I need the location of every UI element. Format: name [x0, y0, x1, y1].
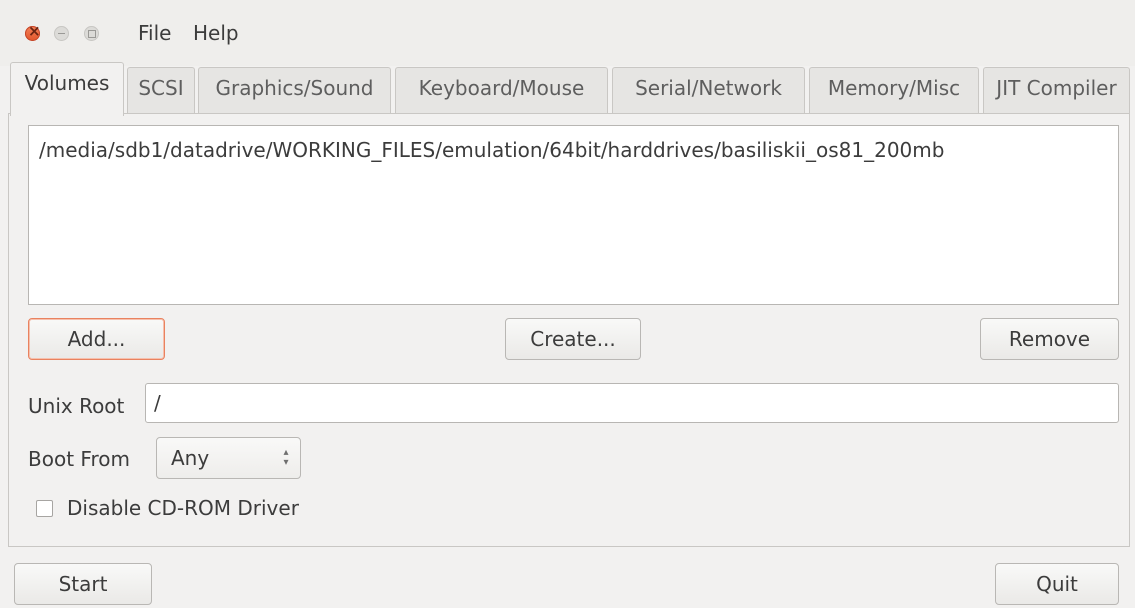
tab-memory-misc[interactable]: Memory/Misc — [809, 67, 979, 114]
quit-button[interactable]: Quit — [995, 563, 1119, 605]
tab-graphics-sound[interactable]: Graphics/Sound — [198, 67, 391, 114]
remove-volume-button[interactable]: Remove — [980, 318, 1119, 360]
start-button[interactable]: Start — [14, 563, 152, 605]
tab-jit-compiler[interactable]: JIT Compiler — [983, 67, 1130, 114]
tab-volumes[interactable]: Volumes — [10, 62, 124, 116]
list-item[interactable]: /media/sdb1/datadrive/WORKING_FILES/emul… — [39, 138, 944, 162]
maximize-window-icon[interactable] — [84, 26, 99, 41]
disable-cdrom-label[interactable]: Disable CD-ROM Driver — [67, 496, 299, 520]
title-bar: File Help — [0, 0, 1135, 66]
tab-keyboard-mouse[interactable]: Keyboard/Mouse — [395, 67, 608, 114]
unix-root-input[interactable]: / — [145, 383, 1119, 423]
close-window-icon[interactable] — [25, 22, 41, 41]
add-volume-button[interactable]: Add... — [28, 318, 165, 360]
tab-serial-network[interactable]: Serial/Network — [612, 67, 805, 114]
tab-scsi[interactable]: SCSI — [127, 67, 195, 114]
spin-arrows-icon: ▴ ▾ — [283, 447, 289, 468]
volumes-list[interactable]: /media/sdb1/datadrive/WORKING_FILES/emul… — [28, 125, 1119, 305]
menu-file[interactable]: File — [138, 21, 171, 45]
menu-help[interactable]: Help — [193, 21, 239, 45]
boot-from-value: Any — [171, 446, 210, 470]
unix-root-label: Unix Root — [28, 394, 125, 418]
disable-cdrom-checkbox[interactable] — [36, 500, 53, 517]
minimize-window-icon[interactable] — [54, 26, 69, 41]
create-volume-button[interactable]: Create... — [505, 318, 641, 360]
boot-from-label: Boot From — [28, 447, 130, 471]
boot-from-select[interactable]: Any ▴ ▾ — [156, 437, 301, 479]
